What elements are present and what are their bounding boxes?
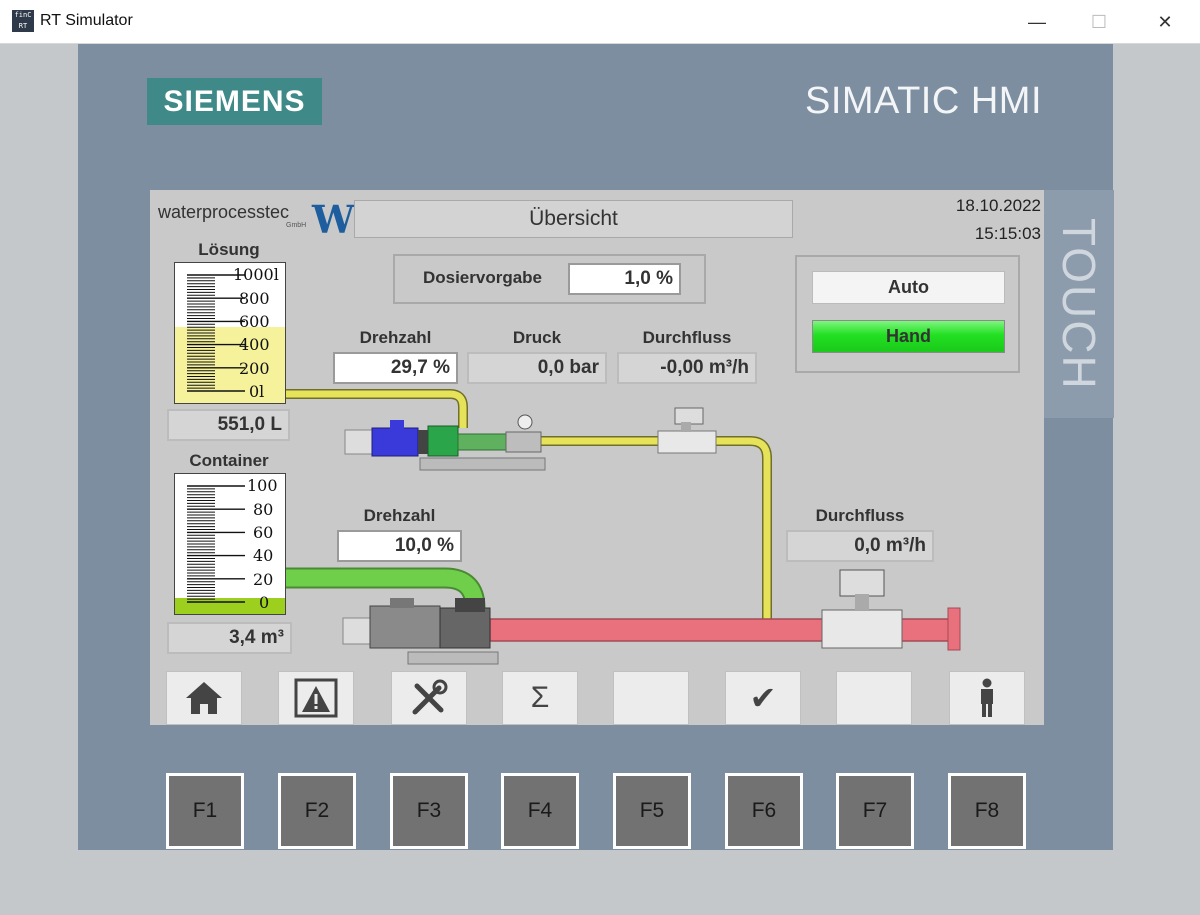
- window-title: RT Simulator: [40, 12, 133, 29]
- f7-label: F7: [839, 776, 911, 846]
- container-scale-0: 0: [259, 593, 270, 612]
- hand-button[interactable]: Hand: [812, 320, 1005, 353]
- druck-value: 0,0 bar: [467, 352, 607, 384]
- person-icon: [981, 678, 993, 717]
- app-icon: finC RT: [12, 10, 34, 32]
- container-label: Container: [189, 451, 269, 470]
- loesung-volume: 551,0 L: [167, 409, 290, 441]
- alarm-icon: [294, 678, 338, 718]
- company-logo-sub: GmbH: [286, 222, 307, 229]
- f4-label: F4: [504, 776, 576, 846]
- touch-label: TOUCH: [1053, 217, 1105, 391]
- sum-button[interactable]: Σ: [502, 671, 578, 725]
- f8-label: F8: [951, 776, 1023, 846]
- container-scale-40: 40: [253, 546, 274, 565]
- tools-icon: [412, 679, 448, 715]
- home-icon: [186, 682, 222, 714]
- tools-button[interactable]: [391, 671, 467, 725]
- flowmeter-2: [821, 569, 903, 649]
- loesung-scale-400: 400: [239, 335, 270, 354]
- durchfluss-1-label: Durchfluss: [642, 328, 732, 347]
- container-scale-20: 20: [253, 570, 274, 589]
- loesung-tank: 1000l 800 600 400 200 0l: [174, 262, 286, 404]
- time-display: 15:15:03: [974, 224, 1041, 243]
- blank-button-1[interactable]: [613, 671, 689, 725]
- druck-label: Druck: [512, 328, 562, 347]
- drehzahl-1-label: Drehzahl: [359, 328, 432, 347]
- f8-key[interactable]: F8: [948, 773, 1026, 849]
- loesung-ticks: [187, 274, 245, 392]
- loesung-scale-800: 800: [239, 289, 270, 308]
- drehzahl-2-input[interactable]: 10,0 %: [337, 530, 462, 562]
- minimize-button[interactable]: —: [1014, 8, 1060, 36]
- container-scale-100: 100: [247, 476, 278, 495]
- loesung-scale-600: 600: [239, 312, 270, 331]
- f1-key[interactable]: F1: [166, 773, 244, 849]
- dosiervorgabe-label: Dosiervorgabe: [422, 268, 543, 287]
- maximize-button[interactable]: ☐: [1076, 8, 1122, 36]
- pipe-flange: [947, 607, 961, 651]
- f5-key[interactable]: F5: [613, 773, 691, 849]
- f2-label: F2: [281, 776, 353, 846]
- flowmeter-1: [657, 407, 717, 454]
- sigma-icon: Σ: [530, 681, 550, 714]
- home-button[interactable]: [166, 671, 242, 725]
- loesung-scale-200: 200: [239, 359, 270, 378]
- f3-label: F3: [393, 776, 465, 846]
- loesung-scale-0: 0l: [249, 382, 265, 401]
- checkmark-icon: ✔: [749, 680, 777, 716]
- container-scale-80: 80: [253, 500, 274, 519]
- dosing-pump: [344, 414, 546, 471]
- yellow-pipe-outline: [286, 389, 468, 428]
- siemens-logo: SIEMENS: [147, 78, 322, 125]
- green-pipe: [286, 569, 484, 609]
- company-logo: waterprocesstec: [158, 202, 290, 222]
- alarm-button[interactable]: [278, 671, 354, 725]
- f2-key[interactable]: F2: [278, 773, 356, 849]
- confirm-button[interactable]: ✔: [725, 671, 801, 725]
- model-label: SIMATIC HMI: [805, 80, 1043, 122]
- yellow-pipe: [286, 390, 467, 428]
- loesung-scale-1000: 1000l: [233, 265, 279, 284]
- user-button[interactable]: [949, 671, 1025, 725]
- container-scale-60: 60: [253, 523, 274, 542]
- f5-label: F5: [616, 776, 688, 846]
- blank-button-2[interactable]: [836, 671, 912, 725]
- f6-key[interactable]: F6: [725, 773, 803, 849]
- f3-key[interactable]: F3: [390, 773, 468, 849]
- yellow-pipe-2: [535, 437, 771, 620]
- f6-label: F6: [728, 776, 800, 846]
- f4-key[interactable]: F4: [501, 773, 579, 849]
- screen-title: Übersicht: [354, 200, 793, 238]
- durchfluss-2-label: Durchfluss: [815, 506, 905, 525]
- close-button[interactable]: ✕: [1142, 8, 1188, 36]
- dosiervorgabe-input[interactable]: 1,0 %: [568, 263, 681, 295]
- durchfluss-2-value: 0,0 m³/h: [786, 530, 934, 562]
- drehzahl-2-label: Drehzahl: [363, 506, 436, 525]
- f7-key[interactable]: F7: [836, 773, 914, 849]
- date-display: 18.10.2022: [955, 196, 1041, 215]
- company-logo-mark: W: [312, 197, 355, 242]
- container-tank: 100 80 60 40 20 0: [174, 473, 286, 615]
- durchfluss-1-value: -0,00 m³/h: [617, 352, 757, 384]
- auto-button[interactable]: Auto: [812, 271, 1005, 304]
- container-volume: 3,4 m³: [167, 622, 292, 654]
- f1-label: F1: [169, 776, 241, 846]
- transfer-pump: [342, 598, 499, 665]
- loesung-label: Lösung: [198, 240, 260, 259]
- drehzahl-1-input[interactable]: 29,7 %: [333, 352, 458, 384]
